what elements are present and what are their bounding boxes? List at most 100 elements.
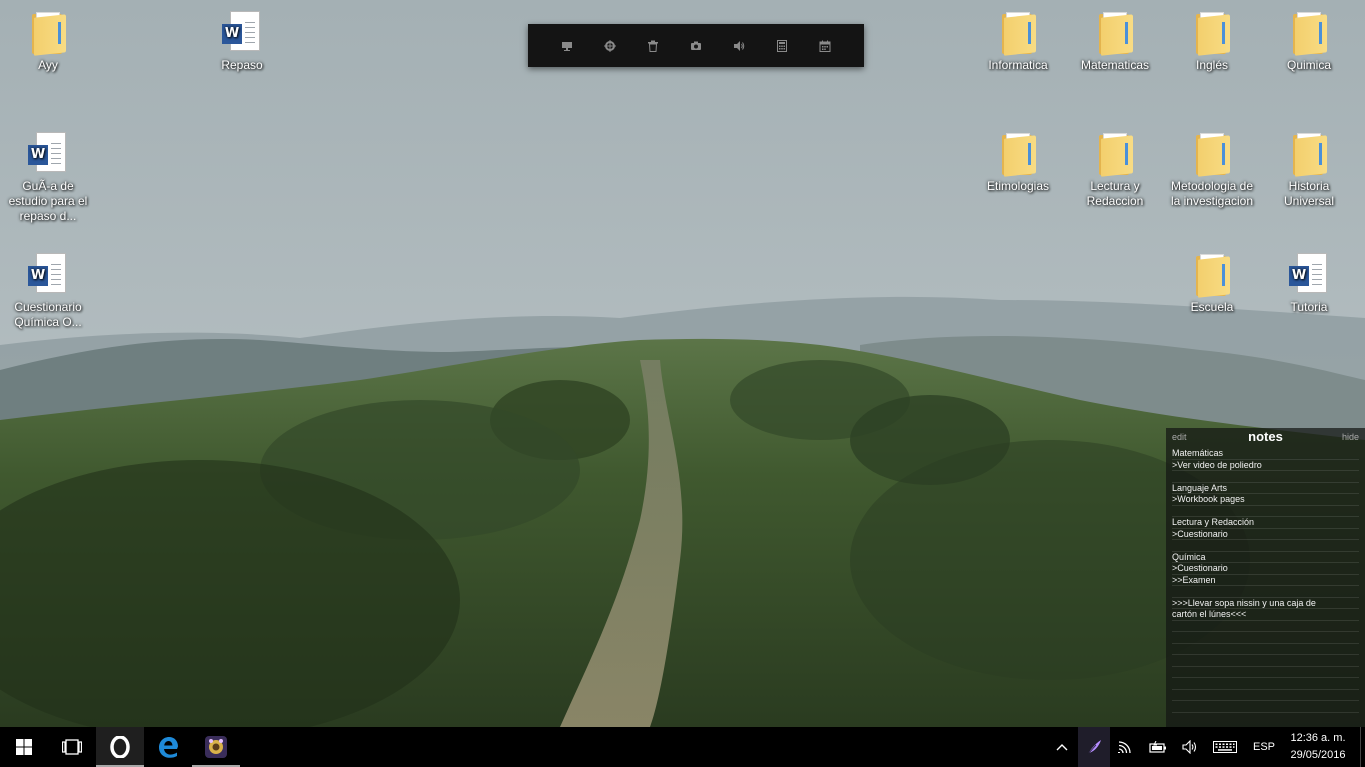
word-document-icon: W [218,8,266,56]
desktop-icon-label: Historia Universal [1283,179,1334,208]
quick-toolbar [528,24,864,67]
notes-line: >Workbook pages [1172,494,1359,506]
clock-date: 29/05/2016 [1290,749,1346,761]
notes-line [1172,690,1359,701]
word-document-icon: W [24,250,72,298]
wallpaper [0,0,1365,727]
volume-button[interactable] [1174,727,1206,767]
chevron-up-icon [1056,744,1068,751]
desktop-icon-label: Informatica [988,58,1048,72]
desktop-icon-label: Quimica [1286,58,1331,72]
battery-button[interactable] [1142,727,1174,767]
notes-line: Matemáticas [1172,448,1359,460]
taskbar-app-pinned[interactable] [192,727,240,767]
notes-hide-link[interactable]: hide [1342,432,1359,442]
taskbar-app-opera[interactable] [96,727,144,767]
desktop: Ayy W Repaso W GuÃ-a de estudio para el … [0,0,1365,727]
windows-logo-icon [16,739,32,755]
start-button[interactable] [0,727,48,767]
camera-icon[interactable] [675,24,718,67]
folder-icon [1188,250,1236,298]
notes-line [1172,644,1359,655]
notes-line: cartón el lúnes<<< [1172,609,1359,621]
desktop-icon-label: Lectura y Redaccion [1086,179,1144,208]
notes-line: Lectura y Redacción [1172,517,1359,529]
show-hidden-icons-button[interactable] [1046,727,1078,767]
notes-line: >>>Llevar sopa nissin y una caja de [1172,598,1359,609]
desktop-icon-repaso[interactable]: W Repaso [194,8,290,73]
desktop-icon-label: Metodologia de la investigacion [1170,179,1254,208]
notes-text-area[interactable]: Matemáticas >Ver video de poliedro Langu… [1172,448,1359,713]
desktop-icon-historia-universal[interactable]: Historia Universal [1261,129,1357,209]
folder-icon [1188,8,1236,56]
notes-line: Languaje Arts [1172,483,1359,494]
notes-line [1172,701,1359,713]
desktop-icon-label: Inglés [1195,58,1229,72]
folder-icon [24,8,72,56]
notes-line [1172,678,1359,690]
notes-line: Química [1172,552,1359,563]
tray-app-feather[interactable] [1078,727,1110,767]
desktop-icon-quimica[interactable]: Quimica [1261,8,1357,73]
trash-icon[interactable] [632,24,675,67]
desktop-icon-lectura-y-redaccion[interactable]: Lectura y Redaccion [1067,129,1163,209]
clock-time: 12:36 a. m. [1290,732,1346,744]
desktop-icon-ingles[interactable]: Inglés [1164,8,1260,73]
volume-icon[interactable] [718,24,761,67]
clock[interactable]: 12:36 a. m. 29/05/2016 [1283,730,1353,764]
task-view-button[interactable] [48,727,96,767]
network-button[interactable] [1110,727,1142,767]
desktop-icon-label: Tutoria [1290,300,1328,314]
opera-icon [110,736,130,758]
folder-icon [1188,129,1236,177]
notes-line [1172,667,1359,678]
desktop-icon-etimologias[interactable]: Etimologias [970,129,1066,194]
notes-line [1172,586,1359,598]
desktop-icon-ayy[interactable]: Ayy [0,8,96,73]
feather-icon [1087,740,1101,755]
crosshair-icon[interactable] [589,24,632,67]
wifi-icon [1118,741,1131,754]
desktop-icon-label: GuÃ-a de estudio para el repaso d... [8,179,88,223]
notes-line [1172,655,1359,667]
desktop-icon-matematicas[interactable]: Matematicas [1067,8,1163,73]
taskbar: ESP 12:36 a. m. 29/05/2016 [0,727,1365,767]
calendar-icon[interactable] [804,24,847,67]
desktop-icon-metodologia[interactable]: Metodologia de la investigacion [1164,129,1260,209]
desktop-icon-guia-de-estudio[interactable]: W GuÃ-a de estudio para el repaso d... [0,129,96,224]
speaker-icon [1182,740,1197,754]
calculator-icon[interactable] [761,24,804,67]
notes-line: >Ver video de poliedro [1172,460,1359,471]
word-document-icon: W [24,129,72,177]
notes-title: notes [1248,429,1283,444]
battery-charging-icon [1149,741,1166,753]
word-document-icon: W [1285,250,1333,298]
task-view-icon [62,739,82,755]
desktop-icon-label: Cuestionario Química O... [14,300,82,329]
folder-icon [1285,8,1333,56]
notes-line [1172,540,1359,552]
desktop-icon-cuestionario-quimica[interactable]: W Cuestionario Química O... [0,250,96,330]
input-language-indicator[interactable]: ESP [1250,727,1278,767]
folder-icon [1285,129,1333,177]
desktop-icon-label: Escuela [1190,300,1234,314]
desktop-icon-label: Etimologias [986,179,1050,193]
desktop-icon-label: Ayy [38,58,58,72]
desktop-icon-escuela[interactable]: Escuela [1164,250,1260,315]
desktop-icon-tutoria[interactable]: W Tutoria [1261,250,1357,315]
touch-keyboard-button[interactable] [1208,727,1242,767]
app-icon [205,736,227,758]
notes-line [1172,621,1359,632]
desktop-icon-label: Repaso [221,58,263,72]
edge-icon [159,737,178,758]
monitor-icon[interactable] [546,24,589,67]
taskbar-app-edge[interactable] [144,727,192,767]
show-desktop-button[interactable] [1360,727,1365,767]
folder-icon [994,8,1042,56]
desktop-icon-informatica[interactable]: Informatica [970,8,1066,73]
keyboard-icon [1213,741,1237,753]
folder-icon [1091,8,1139,56]
notes-line [1172,506,1359,517]
notes-line: >>Examen [1172,575,1359,586]
notes-line: >Cuestionario [1172,529,1359,540]
